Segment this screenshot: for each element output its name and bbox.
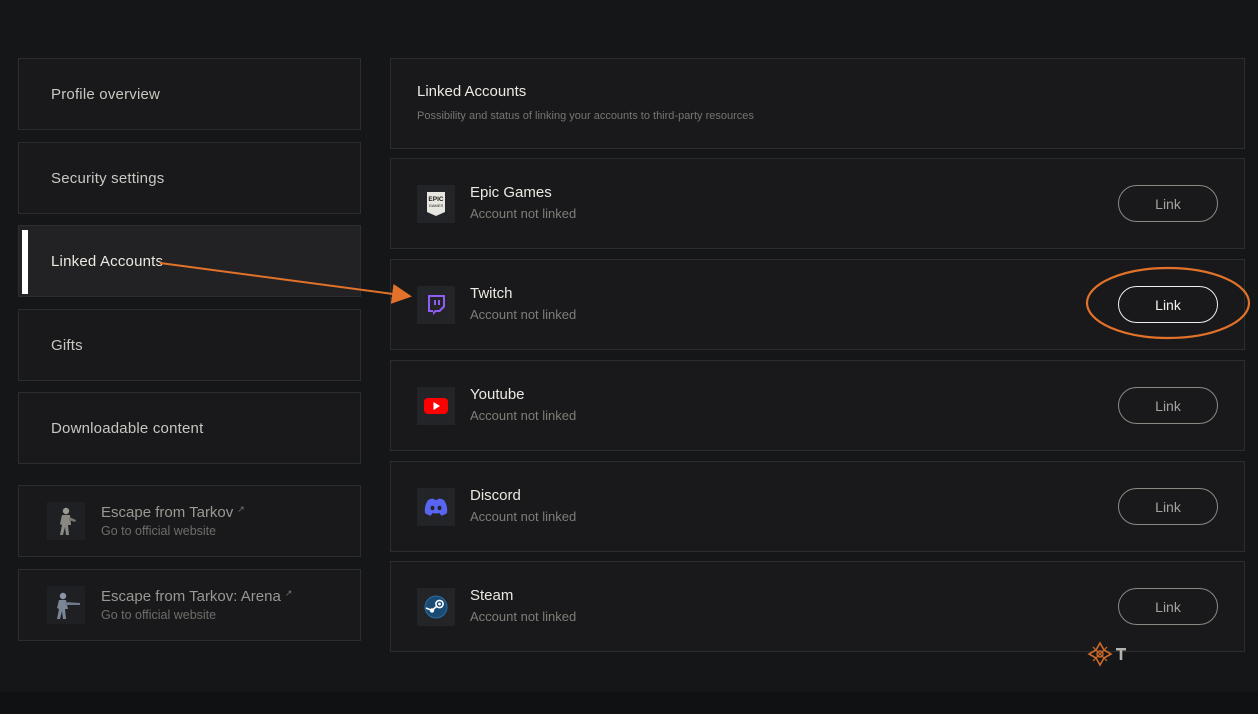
external-title: Escape from Tarkov — [101, 504, 234, 521]
account-status: Account not linked — [470, 609, 577, 624]
account-card-twitch: Twitch Account not linked Link — [390, 259, 1245, 350]
account-name: Discord — [470, 487, 521, 504]
account-card-steam: Steam Account not linked Link — [390, 561, 1245, 652]
sidebar-item-label: Gifts — [51, 336, 83, 354]
svg-text:EPIC: EPIC — [428, 196, 443, 203]
epic-games-link-button[interactable]: Link — [1118, 185, 1218, 222]
linked-accounts-header: Linked Accounts Possibility and status o… — [390, 58, 1245, 149]
sidebar-item-profile-overview[interactable]: Profile overview — [18, 58, 361, 130]
account-card-youtube: Youtube Account not linked Link — [390, 360, 1245, 451]
youtube-link-button[interactable]: Link — [1118, 387, 1218, 424]
account-card-discord: Discord Account not linked Link — [390, 461, 1245, 552]
active-indicator — [22, 230, 28, 294]
bottom-bar — [0, 692, 1258, 714]
sidebar-item-downloadable-content[interactable]: Downloadable content — [18, 392, 361, 464]
sidebar-item-label: Security settings — [51, 169, 165, 187]
page-title: Linked Accounts — [417, 83, 527, 100]
svg-text:GAMES: GAMES — [429, 203, 444, 208]
watermark-logo-icon — [1086, 641, 1128, 672]
account-status: Account not linked — [470, 509, 577, 524]
soldier-icon — [47, 502, 85, 540]
account-status: Account not linked — [470, 408, 577, 423]
sidebar-item-gifts[interactable]: Gifts — [18, 309, 361, 381]
account-name: Epic Games — [470, 184, 552, 201]
account-card-epic-games: EPIC GAMES Epic Games Account not linked… — [390, 158, 1245, 249]
steam-icon — [417, 588, 455, 626]
external-link-icon: ↗ — [237, 504, 245, 514]
account-name: Twitch — [470, 285, 513, 302]
sidebar-item-label: Profile overview — [51, 85, 161, 103]
external-subtitle: Go to official website — [101, 524, 217, 538]
discord-icon — [417, 488, 455, 526]
steam-link-button[interactable]: Link — [1118, 588, 1218, 625]
twitch-icon — [417, 286, 455, 324]
soldier-aiming-icon — [47, 586, 85, 624]
page-subtitle: Possibility and status of linking your a… — [417, 110, 754, 122]
external-link-tarkov[interactable]: Escape from Tarkov ↗ Go to official websi… — [18, 485, 361, 557]
external-link-tarkov-arena[interactable]: Escape from Tarkov: Arena ↗ Go to officia… — [18, 569, 361, 641]
external-subtitle: Go to official website — [101, 608, 217, 622]
external-title: Escape from Tarkov: Arena — [101, 588, 281, 605]
epic-games-icon: EPIC GAMES — [417, 185, 455, 223]
sidebar-item-linked-accounts[interactable]: Linked Accounts — [18, 225, 361, 297]
twitch-link-button[interactable]: Link — [1118, 286, 1218, 323]
external-link-icon: ↗ — [284, 588, 293, 598]
discord-link-button[interactable]: Link — [1118, 488, 1218, 525]
account-name: Steam — [470, 587, 514, 604]
account-name: Youtube — [470, 386, 525, 403]
youtube-icon — [417, 387, 455, 425]
sidebar-item-security-settings[interactable]: Security settings — [18, 142, 361, 214]
account-status: Account not linked — [470, 206, 577, 221]
sidebar-item-label: Downloadable content — [51, 419, 204, 437]
sidebar-item-label: Linked Accounts — [51, 252, 164, 270]
account-status: Account not linked — [470, 307, 577, 322]
